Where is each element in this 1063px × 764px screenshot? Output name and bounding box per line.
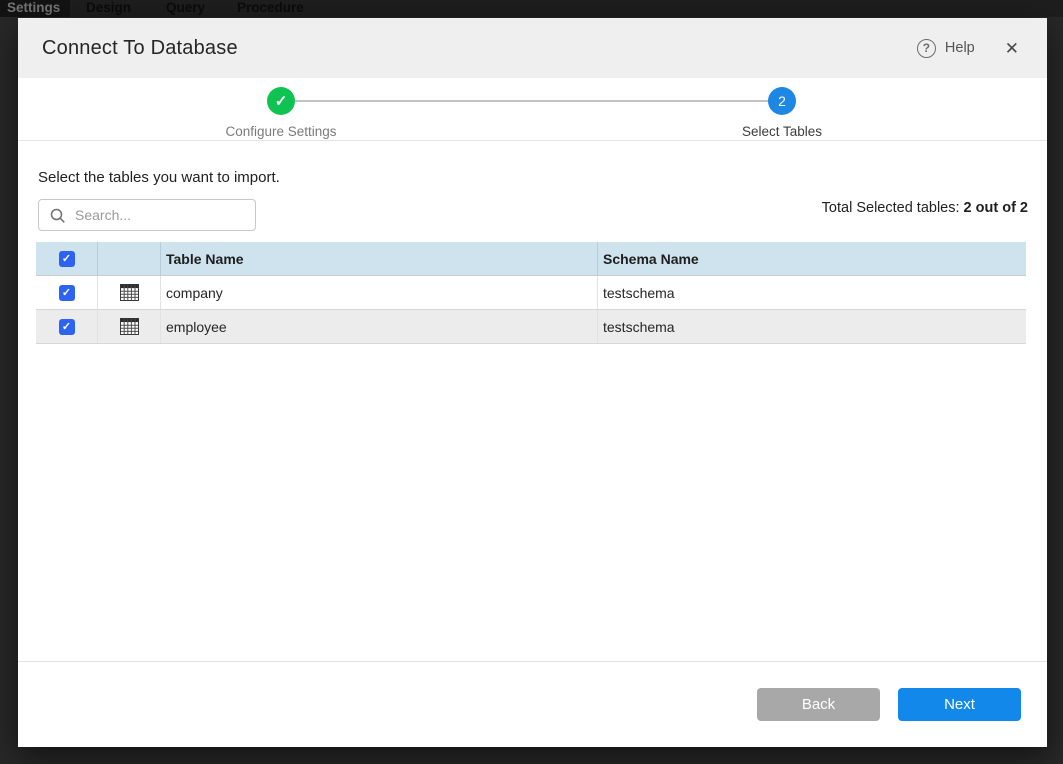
menu-item-query[interactable]: Query <box>166 0 205 17</box>
footer-divider <box>18 661 1047 662</box>
icon-column-header <box>98 242 161 275</box>
select-all-checkbox[interactable]: ✓ <box>59 251 75 267</box>
table-name-cell: company <box>161 276 598 309</box>
step-1-label: Configure Settings <box>171 124 391 139</box>
table-row[interactable]: ✓ employee testschema <box>36 310 1026 344</box>
step-2-number-badge: 2 <box>768 87 796 115</box>
dialog-header: Connect To Database ? Help ✕ <box>18 18 1047 78</box>
table-name-cell: employee <box>161 310 598 343</box>
menu-item-design[interactable]: Design <box>86 0 131 17</box>
menu-item-settings[interactable]: Settings <box>0 0 70 17</box>
table-row[interactable]: ✓ company testschema <box>36 276 1026 310</box>
row-checkbox[interactable]: ✓ <box>59 285 75 301</box>
instruction-text: Select the tables you want to import. <box>38 169 280 186</box>
table-header-row: ✓ Table Name Schema Name <box>36 242 1026 276</box>
background-menu-bar: Settings Design Query Procedure <box>0 0 1063 17</box>
stepper-connector-line <box>281 100 782 102</box>
selection-summary-prefix: Total Selected tables: <box>822 200 964 216</box>
help-icon[interactable]: ? <box>917 39 936 58</box>
close-icon[interactable]: ✕ <box>1005 40 1019 57</box>
table-icon <box>120 284 139 301</box>
column-header-schema-name: Schema Name <box>598 242 1026 275</box>
search-box <box>38 199 256 231</box>
help-label[interactable]: Help <box>945 40 975 56</box>
menu-item-procedure[interactable]: Procedure <box>237 0 304 17</box>
selection-summary-value: 2 out of 2 <box>964 200 1028 216</box>
tables-list: ✓ Table Name Schema Name ✓ <box>36 242 1026 344</box>
row-checkbox[interactable]: ✓ <box>59 319 75 335</box>
table-icon <box>120 318 139 335</box>
connect-to-database-dialog: Connect To Database ? Help ✕ ✓ Configure… <box>18 18 1047 747</box>
search-input[interactable] <box>39 200 255 230</box>
help-button[interactable]: ? Help <box>917 39 975 58</box>
stepper: ✓ Configure Settings 2 Select Tables <box>18 78 1047 141</box>
search-icon <box>50 208 66 224</box>
selection-summary: Total Selected tables: 2 out of 2 <box>822 200 1028 216</box>
schema-name-cell: testschema <box>598 276 1026 309</box>
step-2-label: Select Tables <box>672 124 892 139</box>
schema-name-cell: testschema <box>598 310 1026 343</box>
column-header-table-name: Table Name <box>161 242 598 275</box>
step-1-complete-icon: ✓ <box>267 87 295 115</box>
next-button[interactable]: Next <box>898 688 1021 721</box>
back-button[interactable]: Back <box>757 688 880 721</box>
dialog-title: Connect To Database <box>42 37 238 60</box>
